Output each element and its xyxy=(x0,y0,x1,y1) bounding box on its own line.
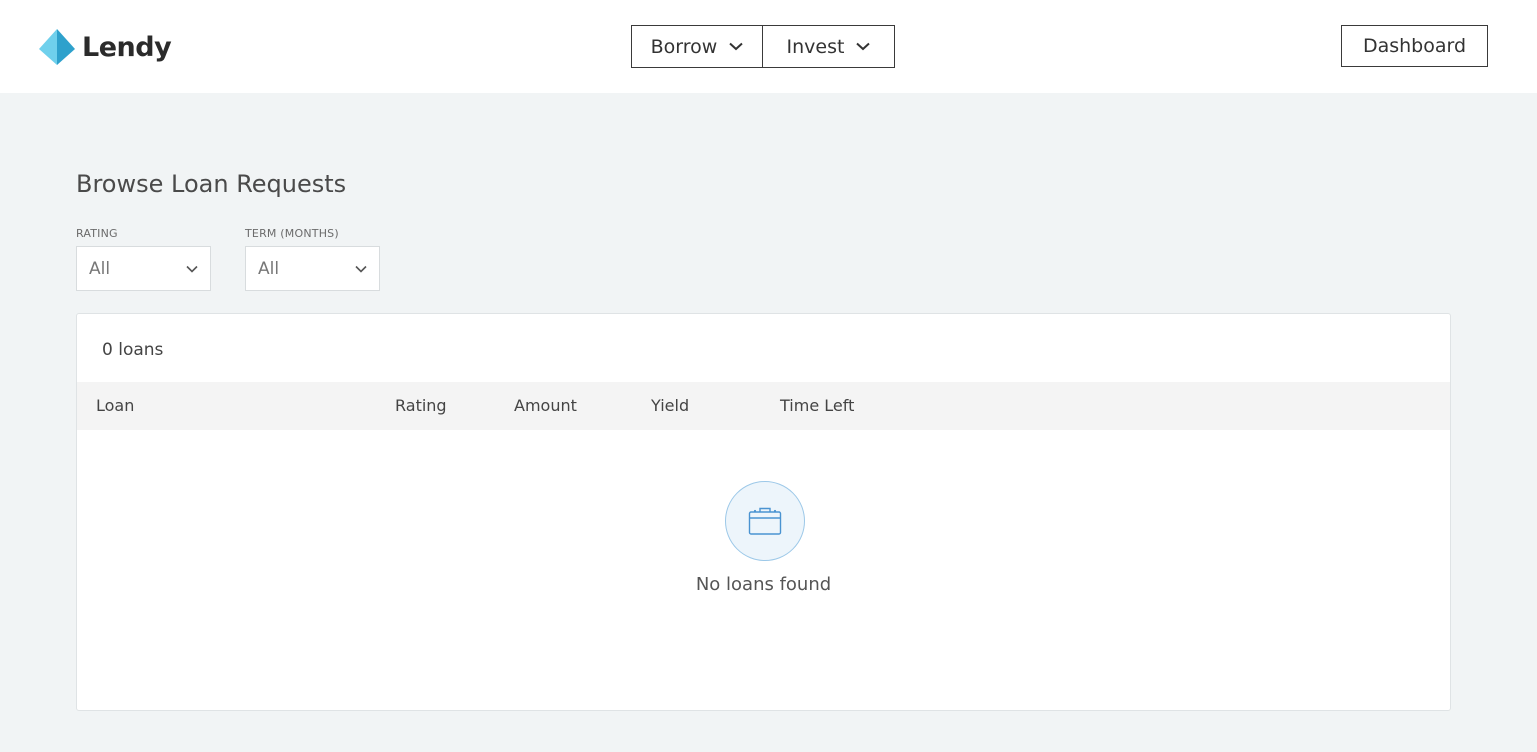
page-title: Browse Loan Requests xyxy=(76,170,347,198)
brand-logo[interactable]: Lendy xyxy=(38,28,172,66)
term-filter: TERM (MONTHS) All xyxy=(245,227,380,291)
dashboard-label: Dashboard xyxy=(1362,35,1467,57)
invest-label: Invest xyxy=(786,35,845,58)
lendy-logo-icon xyxy=(39,29,75,65)
chevron-down-icon xyxy=(856,42,871,51)
column-header-time-left[interactable]: Time Left xyxy=(780,396,854,415)
borrow-label: Borrow xyxy=(650,35,718,58)
chevron-down-icon xyxy=(186,265,198,273)
dashboard-button[interactable]: Dashboard xyxy=(1341,25,1488,67)
rating-select-value: All xyxy=(89,258,111,279)
rating-select[interactable]: All xyxy=(76,246,211,291)
term-select[interactable]: All xyxy=(245,246,380,291)
chevron-down-icon xyxy=(355,265,367,273)
rating-filter-label: RATING xyxy=(76,227,118,240)
borrow-menu-button[interactable]: Borrow xyxy=(631,25,763,68)
chevron-down-icon xyxy=(729,42,744,51)
main-nav: Borrow Invest xyxy=(631,25,895,68)
top-navigation-bar: Lendy Borrow Invest Dashboard xyxy=(0,0,1537,93)
term-select-value: All xyxy=(258,258,280,279)
column-header-yield[interactable]: Yield xyxy=(651,396,689,415)
empty-state-badge xyxy=(725,481,805,561)
term-filter-label: TERM (MONTHS) xyxy=(245,227,339,240)
column-header-loan[interactable]: Loan xyxy=(96,396,134,415)
loan-count: 0 loans xyxy=(102,340,164,360)
invest-menu-button[interactable]: Invest xyxy=(762,25,895,68)
table-header: Loan Rating Amount Yield Time Left xyxy=(77,382,1450,430)
brand-name: Lendy xyxy=(82,31,172,63)
loans-panel: 0 loans Loan Rating Amount Yield Time Le… xyxy=(76,313,1451,711)
empty-state-text: No loans found xyxy=(695,574,832,595)
rating-filter: RATING All xyxy=(76,227,211,291)
column-header-amount[interactable]: Amount xyxy=(514,396,577,415)
briefcase-icon xyxy=(748,507,782,535)
column-header-rating[interactable]: Rating xyxy=(395,396,447,415)
